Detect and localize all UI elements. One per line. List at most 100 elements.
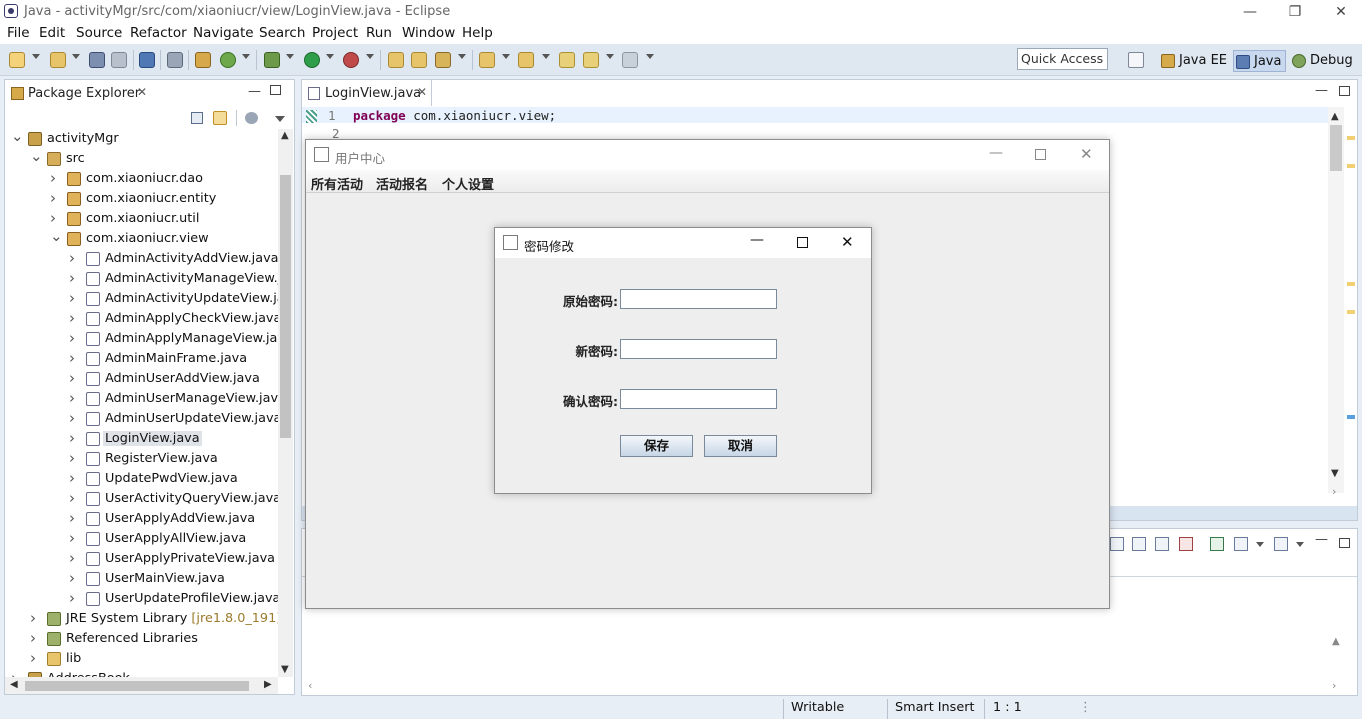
perspective-debug[interactable]: Debug bbox=[1290, 50, 1356, 72]
editor-scroll-up-icon[interactable]: ▲ bbox=[1331, 111, 1339, 122]
tree-item-selected[interactable]: › LoginView.java bbox=[5, 429, 280, 449]
tree-item[interactable]: › JRE System Library [jre1.8.0_191] bbox=[5, 609, 280, 629]
view-menu-icon[interactable] bbox=[275, 116, 285, 122]
collapsed-chevron-icon[interactable]: › bbox=[69, 309, 75, 327]
tree-item[interactable]: › com.xiaoniucr.dao bbox=[5, 169, 280, 189]
new-package-icon[interactable] bbox=[50, 52, 66, 68]
collapsed-chevron-icon[interactable]: › bbox=[69, 329, 75, 347]
collapsed-chevron-icon[interactable]: › bbox=[50, 209, 56, 227]
editor-tab-loginview[interactable]: LoginView.java ✕ bbox=[302, 80, 432, 106]
collapsed-chevron-icon[interactable]: › bbox=[30, 629, 36, 647]
menu-project[interactable]: Project bbox=[312, 25, 358, 41]
run-icon[interactable] bbox=[304, 52, 320, 68]
last-edit-icon[interactable] bbox=[559, 52, 575, 68]
tree-item[interactable]: › AdminUserUpdateView.java bbox=[5, 409, 280, 429]
user-center-minimize-button[interactable]: — bbox=[989, 145, 1003, 161]
debug-dropdown-icon[interactable] bbox=[286, 54, 294, 59]
package-explorer-close-icon[interactable]: ✕ bbox=[137, 85, 147, 99]
tree-item[interactable]: ⌄ src bbox=[5, 147, 280, 169]
menu-edit[interactable]: Edit bbox=[39, 25, 65, 41]
tree-item[interactable]: › UserApplyAddView.java bbox=[5, 509, 280, 529]
scroll-up-icon[interactable]: ▲ bbox=[281, 130, 289, 141]
menu-run[interactable]: Run bbox=[366, 25, 392, 41]
confirm-password-field[interactable] bbox=[620, 389, 777, 409]
collapsed-chevron-icon[interactable]: › bbox=[69, 289, 75, 307]
save-button[interactable]: 保存 bbox=[620, 435, 693, 457]
pin-console-icon[interactable] bbox=[1210, 537, 1224, 551]
overview-ruler-marker[interactable] bbox=[1347, 415, 1355, 419]
skip-breakpoints-icon[interactable] bbox=[167, 52, 183, 68]
status-cursor-position[interactable]: 1 : 1 bbox=[993, 700, 1022, 715]
editor-minimize-icon[interactable]: — bbox=[1315, 83, 1328, 98]
prev-annotation-dropdown-icon[interactable] bbox=[542, 54, 550, 59]
tree-item[interactable]: › com.xiaoniucr.util bbox=[5, 209, 280, 229]
tree-item[interactable]: › UserApplyPrivateView.java bbox=[5, 549, 280, 569]
tree-horizontal-scrollbar[interactable]: ◀ ▶ bbox=[5, 677, 278, 694]
status-insert-mode[interactable]: Smart Insert bbox=[895, 700, 974, 715]
collapsed-chevron-icon[interactable]: › bbox=[69, 249, 75, 267]
scroll-left-icon[interactable]: ◀ bbox=[10, 679, 18, 690]
expanded-chevron-icon[interactable]: ⌄ bbox=[30, 147, 43, 165]
tree-hscroll-thumb[interactable] bbox=[25, 681, 249, 691]
tree-item[interactable]: › com.xiaoniucr.entity bbox=[5, 189, 280, 209]
panel-toolbar-icon[interactable] bbox=[1155, 537, 1169, 551]
tree-item[interactable]: › AdminActivityManageView.jav bbox=[5, 269, 280, 289]
collapsed-chevron-icon[interactable]: › bbox=[69, 269, 75, 287]
back-dropdown-icon[interactable] bbox=[606, 54, 614, 59]
open-folder-icon[interactable] bbox=[411, 52, 427, 68]
collapsed-chevron-icon[interactable]: › bbox=[30, 649, 36, 667]
cancel-button[interactable]: 取消 bbox=[704, 435, 777, 457]
tree-item[interactable]: › UserUpdateProfileView.java bbox=[5, 589, 280, 609]
collapsed-chevron-icon[interactable]: › bbox=[50, 189, 56, 207]
tree-item[interactable]: › AdminMainFrame.java bbox=[5, 349, 280, 369]
code-line[interactable]: package com.xiaoniucr.view; bbox=[353, 108, 556, 123]
perspective-java-ee[interactable]: Java EE bbox=[1159, 50, 1229, 72]
collapsed-chevron-icon[interactable]: › bbox=[69, 509, 75, 527]
expanded-chevron-icon[interactable]: ⌄ bbox=[50, 227, 63, 245]
bottom-scroll-up-icon[interactable]: ▲ bbox=[1332, 636, 1340, 647]
tree-scroll-thumb[interactable] bbox=[280, 175, 291, 438]
menu-help[interactable]: Help bbox=[462, 25, 493, 41]
panel-toolbar-icon[interactable] bbox=[1132, 537, 1146, 551]
console-icon[interactable] bbox=[139, 52, 155, 68]
editor-scroll-thumb[interactable] bbox=[1330, 125, 1342, 171]
remove-launch-icon[interactable] bbox=[1179, 537, 1193, 551]
collapsed-chevron-icon[interactable]: › bbox=[30, 609, 36, 627]
open-type-icon[interactable] bbox=[195, 52, 211, 68]
overview-ruler-marker[interactable] bbox=[1347, 164, 1355, 168]
tree-item[interactable]: ⌄ com.xiaoniucr.view bbox=[5, 227, 280, 249]
collapsed-chevron-icon[interactable]: › bbox=[11, 669, 17, 677]
expanded-chevron-icon[interactable]: ⌄ bbox=[11, 129, 24, 145]
collapsed-chevron-icon[interactable]: › bbox=[69, 449, 75, 467]
save-all-icon[interactable] bbox=[111, 52, 127, 68]
next-annotation-dropdown-icon[interactable] bbox=[502, 54, 510, 59]
tree-item[interactable]: › AdminApplyManageView.java bbox=[5, 329, 280, 349]
collapsed-chevron-icon[interactable]: › bbox=[69, 529, 75, 547]
collapsed-chevron-icon[interactable]: › bbox=[69, 369, 75, 387]
menu-file[interactable]: File bbox=[7, 25, 30, 41]
external-tools-icon[interactable] bbox=[343, 52, 359, 68]
tree-item[interactable]: › AdminUserAddView.java bbox=[5, 369, 280, 389]
menu-all-activities[interactable]: 所有活动 bbox=[311, 174, 363, 193]
editor-vertical-scrollbar[interactable]: ▲ ▼ bbox=[1328, 107, 1344, 493]
collapsed-chevron-icon[interactable]: › bbox=[69, 349, 75, 367]
tree-item[interactable]: › AdminUserManageView.java bbox=[5, 389, 280, 409]
tree-item[interactable]: › AdminActivityUpdateView.java bbox=[5, 289, 280, 309]
display-console-dropdown-icon[interactable] bbox=[1256, 542, 1264, 547]
tree-item[interactable]: › AdminActivityAddView.java bbox=[5, 249, 280, 269]
tree-item[interactable]: › AdminApplyCheckView.java bbox=[5, 309, 280, 329]
close-button[interactable]: ✕ bbox=[1318, 0, 1362, 24]
open-perspective-icon[interactable] bbox=[1128, 52, 1144, 68]
overview-ruler-marker[interactable] bbox=[1347, 136, 1355, 140]
dialog-maximize-button[interactable] bbox=[797, 237, 808, 248]
debug-icon[interactable] bbox=[264, 52, 280, 68]
restore-button[interactable]: ❐ bbox=[1272, 0, 1318, 24]
collapsed-chevron-icon[interactable]: › bbox=[69, 409, 75, 427]
user-center-close-button[interactable]: ✕ bbox=[1080, 145, 1093, 163]
refresh-dropdown-icon[interactable] bbox=[242, 54, 250, 59]
collapsed-chevron-icon[interactable]: › bbox=[69, 489, 75, 507]
scroll-down-icon[interactable]: ▼ bbox=[281, 664, 289, 675]
overview-ruler-marker[interactable] bbox=[1347, 310, 1355, 314]
next-annotation-icon[interactable] bbox=[479, 52, 495, 68]
dialog-minimize-button[interactable]: — bbox=[750, 232, 764, 248]
